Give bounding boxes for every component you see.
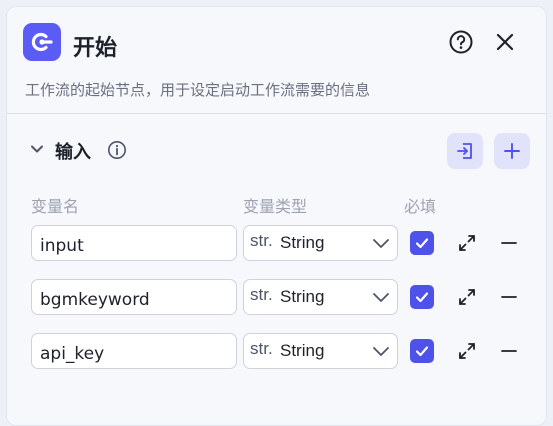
check-icon [415,346,429,357]
info-icon[interactable] [107,140,127,164]
inputs-section-header: 输入 [25,133,530,169]
divider [7,113,546,114]
panel-title: 开始 [73,36,118,61]
string-type-icon: str. [250,339,273,358]
string-type-icon: str. [250,231,273,250]
variable-row: str. String [31,279,531,315]
variable-type-select[interactable]: str. String [243,333,398,369]
plus-icon [504,143,520,159]
panel-header: 开始 [23,23,530,63]
inputs-section-title: 输入 [55,142,91,163]
close-icon[interactable] [492,29,518,55]
variable-name-input[interactable] [31,279,237,315]
string-type-icon: str. [250,285,273,304]
column-header-type: 变量类型 [243,197,308,216]
help-circle-icon[interactable] [448,29,474,55]
expand-icon[interactable] [457,341,477,365]
variable-type-label: String [280,341,325,360]
variable-type-select[interactable]: str. String [243,279,398,315]
variable-name-input[interactable] [31,333,237,369]
start-node-panel: 开始 工作流的起始节点，用于设定启动工作流需要的信息 输入 变量名 变量类型 必… [6,6,547,426]
required-checkbox[interactable] [410,285,434,309]
variable-type-label: String [280,233,325,252]
import-variables-button[interactable] [447,133,483,169]
check-icon [415,292,429,303]
import-icon [457,143,472,159]
variable-row: str. String [31,225,531,261]
variable-type-label: String [280,287,325,306]
minus-icon[interactable] [499,233,519,257]
column-header-required: 必填 [404,197,437,216]
minus-icon[interactable] [499,341,519,365]
chevron-down-icon [373,347,389,356]
expand-icon[interactable] [457,287,477,311]
column-header-name: 变量名 [31,197,80,216]
chevron-down-icon [373,293,389,302]
required-checkbox[interactable] [410,231,434,255]
chevron-down-icon [373,239,389,248]
chevron-down-icon[interactable] [29,141,45,161]
expand-icon[interactable] [457,233,477,257]
check-icon [415,238,429,249]
variable-type-select[interactable]: str. String [243,225,398,261]
add-variable-button[interactable] [494,133,530,169]
minus-icon[interactable] [499,287,519,311]
workflow-start-icon [23,23,61,61]
variable-row: str. String [31,333,531,369]
required-checkbox[interactable] [410,339,434,363]
variable-name-input[interactable] [31,225,237,261]
panel-description: 工作流的起始节点，用于设定启动工作流需要的信息 [25,81,371,99]
